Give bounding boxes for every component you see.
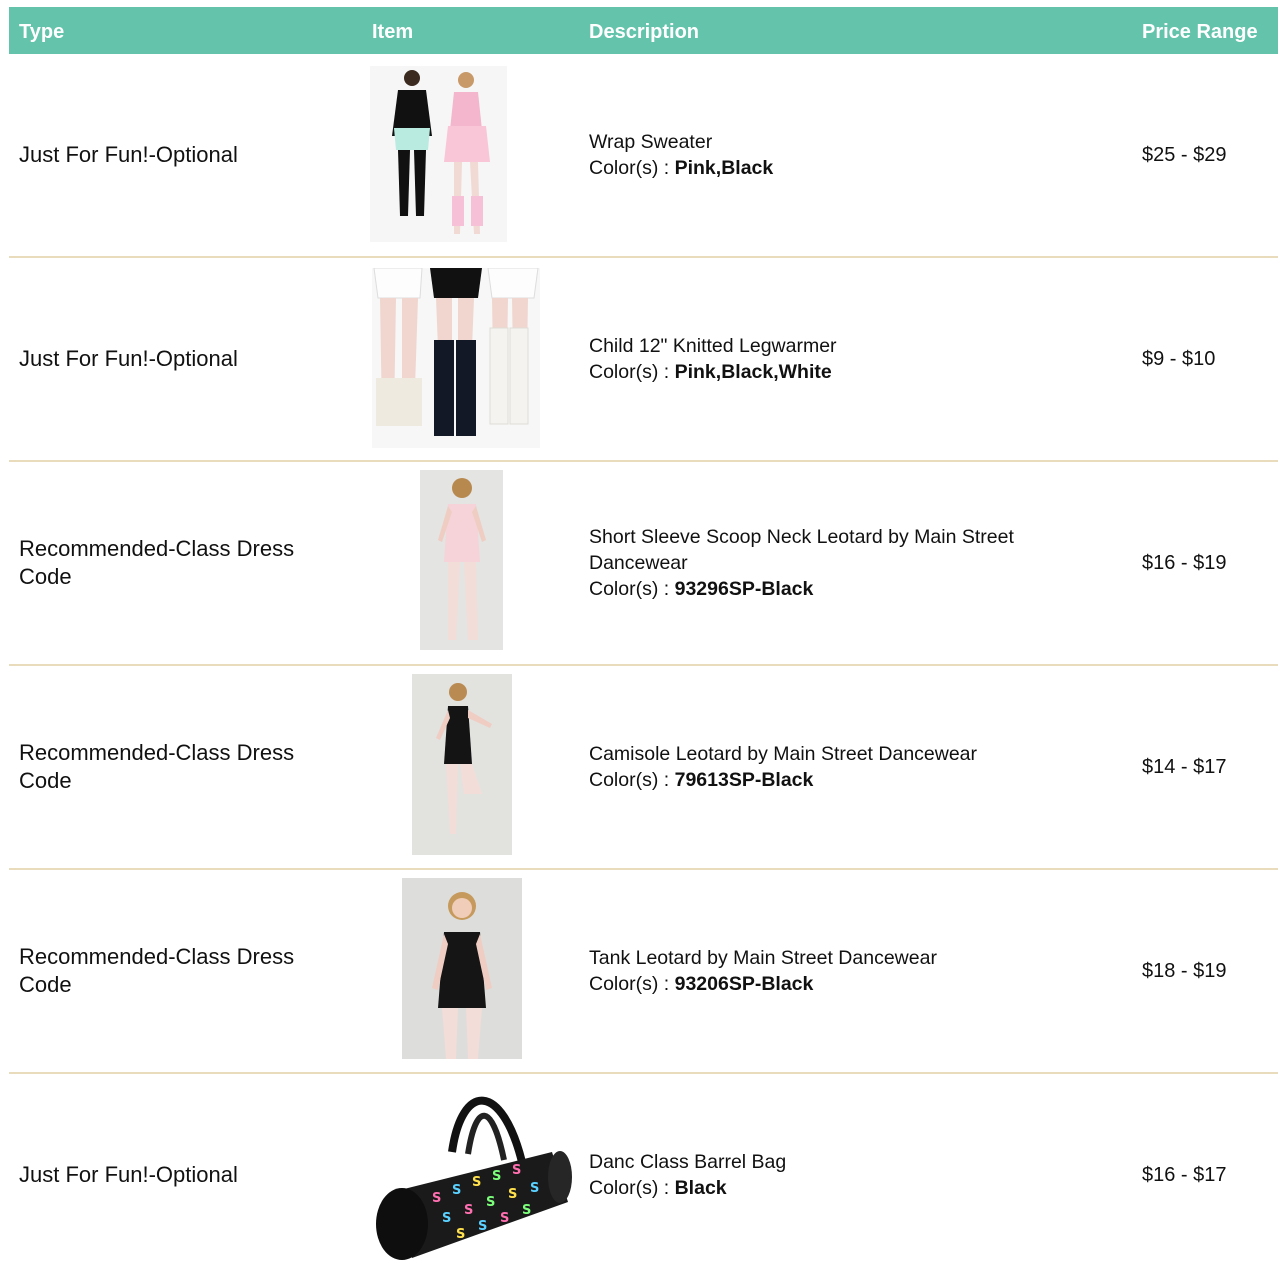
price-cell: $18 - $19 <box>1142 959 1227 982</box>
description-cell: Wrap Sweater Color(s) : Pink,Black <box>589 54 1089 256</box>
svg-text:S: S <box>478 1219 487 1234</box>
table-row: Recommended-Class Dress Code Tank Leotar… <box>9 870 1278 1074</box>
price-cell: $9 - $10 <box>1142 347 1216 370</box>
item-colors: Color(s) : Black <box>589 1177 727 1199</box>
item-cell <box>364 54 579 256</box>
type-cell: Just For Fun!-Optional <box>19 346 238 371</box>
svg-text:S: S <box>452 1183 461 1198</box>
item-name: Danc Class Barrel Bag <box>589 1151 787 1173</box>
svg-text:S: S <box>512 1163 521 1178</box>
price-cell: $14 - $17 <box>1142 755 1227 778</box>
product-table: Type Item Description Price Range Just F… <box>9 7 1278 1276</box>
item-cell <box>364 462 579 664</box>
type-cell: Just For Fun!-Optional <box>19 142 238 167</box>
product-image[interactable] <box>412 674 512 855</box>
type-cell: Just For Fun!-Optional <box>19 1162 238 1187</box>
price-cell: $16 - $17 <box>1142 1163 1227 1186</box>
svg-text:S: S <box>464 1203 473 1218</box>
item-colors: Color(s) : 93296SP-Black <box>589 578 814 600</box>
item-cell <box>364 258 579 460</box>
description-cell: Short Sleeve Scoop Neck Leotard by Main … <box>589 462 1089 664</box>
item-name: Tank Leotard by Main Street Dancewear <box>589 947 937 969</box>
description-cell: Danc Class Barrel Bag Color(s) : Black <box>589 1074 1089 1276</box>
svg-text:S: S <box>508 1187 517 1202</box>
item-name: Child 12" Knitted Legwarmer <box>589 335 837 357</box>
svg-text:S: S <box>472 1175 481 1190</box>
description-cell: Tank Leotard by Main Street Dancewear Co… <box>589 870 1089 1072</box>
product-image[interactable]: S S S S S S S S S S S S S S <box>372 1082 572 1266</box>
table-row: Just For Fun!-Optional S S S S S S S S S… <box>9 1074 1278 1276</box>
table-row: Just For Fun!-Optional <box>9 258 1278 462</box>
header-price-range: Price Range <box>1142 21 1258 43</box>
svg-text:S: S <box>486 1195 495 1210</box>
svg-text:S: S <box>522 1203 531 1218</box>
table-row: Recommended-Class Dress Code Camisole Le… <box>9 666 1278 870</box>
header-description: Description <box>589 21 700 43</box>
type-cell: Recommended-Class Dress Code <box>19 944 295 997</box>
svg-text:S: S <box>500 1211 509 1226</box>
item-colors: Color(s) : 93206SP-Black <box>589 973 814 995</box>
header-item: Item <box>372 21 414 43</box>
item-cell <box>364 666 579 868</box>
product-image[interactable] <box>420 470 503 650</box>
item-name: Short Sleeve Scoop Neck Leotard by Main … <box>589 526 1014 574</box>
svg-text:S: S <box>442 1211 451 1226</box>
item-name: Camisole Leotard by Main Street Dancewea… <box>589 743 978 765</box>
price-cell: $16 - $19 <box>1142 551 1227 574</box>
type-cell: Recommended-Class Dress Code <box>19 536 295 589</box>
svg-text:S: S <box>456 1227 465 1242</box>
description-cell: Child 12" Knitted Legwarmer Color(s) : P… <box>589 258 1089 460</box>
item-colors: Color(s) : 79613SP-Black <box>589 769 814 791</box>
table-row: Recommended-Class Dress Code Short Sleev… <box>9 462 1278 666</box>
product-image[interactable] <box>372 268 540 448</box>
table-header: Type Item Description Price Range <box>9 7 1278 54</box>
price-cell: $25 - $29 <box>1142 143 1227 166</box>
item-colors: Color(s) : Pink,Black <box>589 157 774 179</box>
svg-text:S: S <box>432 1191 441 1206</box>
item-name: Wrap Sweater <box>589 131 713 153</box>
item-cell <box>364 870 579 1072</box>
svg-text:S: S <box>492 1169 501 1184</box>
product-image[interactable] <box>370 66 507 242</box>
table-row: Just For Fun!-Optional <box>9 54 1278 258</box>
product-image[interactable] <box>402 878 522 1059</box>
type-cell: Recommended-Class Dress Code <box>19 740 295 793</box>
item-colors: Color(s) : Pink,Black,White <box>589 361 832 383</box>
svg-text:S: S <box>530 1181 539 1196</box>
description-cell: Camisole Leotard by Main Street Dancewea… <box>589 666 1089 868</box>
header-type: Type <box>19 21 65 43</box>
item-cell: S S S S S S S S S S S S S S <box>364 1074 579 1276</box>
